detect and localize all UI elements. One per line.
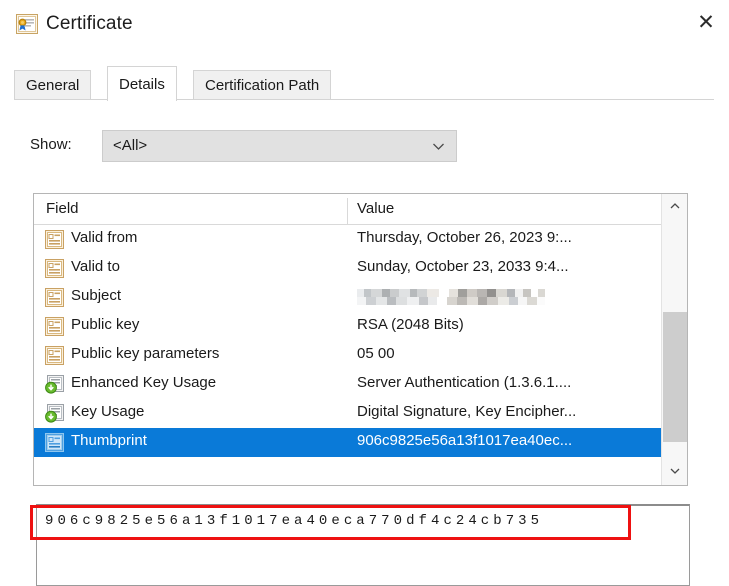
certificate-extension-icon <box>45 375 64 394</box>
field-value-textarea[interactable]: 906c9825e56a13f1017ea40eca770df4c24cb735 <box>36 504 690 586</box>
table-row[interactable]: Public key parameters 05 00 <box>34 341 687 370</box>
row-field-label: Key Usage <box>71 403 144 420</box>
certificate-field-icon <box>45 346 64 365</box>
table-row[interactable]: Public key RSA (2048 Bits) <box>34 312 687 341</box>
chevron-up-icon <box>669 199 681 216</box>
certificate-field-icon <box>45 230 64 249</box>
scroll-up-button[interactable] <box>662 194 687 220</box>
show-label: Show: <box>30 136 72 153</box>
row-field-label: Enhanced Key Usage <box>71 374 216 391</box>
table-row-selected[interactable]: Thumbprint 906c9825e56a13f1017ea40ec... <box>34 428 687 457</box>
row-value-label: 05 00 <box>357 345 395 362</box>
window-title: Certificate <box>46 13 133 35</box>
certificate-details-list[interactable]: Field Value Valid from Thursday, October… <box>33 193 688 486</box>
list-rows: Valid from Thursday, October 26, 2023 9:… <box>34 225 687 457</box>
list-header: Field Value <box>34 194 687 225</box>
row-value-label: Server Authentication (1.3.6.1.... <box>357 374 571 391</box>
table-row[interactable]: Enhanced Key Usage Server Authentication… <box>34 370 687 399</box>
row-field-label: Subject <box>71 287 121 304</box>
column-header-value[interactable]: Value <box>357 200 394 217</box>
tab-general-label: General <box>26 77 79 94</box>
column-header-field[interactable]: Field <box>46 200 79 217</box>
certificate-field-icon <box>45 259 64 278</box>
show-dropdown[interactable]: <All> <box>102 130 457 162</box>
row-field-label: Thumbprint <box>71 432 147 449</box>
table-row[interactable]: Subject <box>34 283 687 312</box>
list-scrollbar[interactable] <box>661 194 687 485</box>
close-button[interactable]: ✕ <box>683 0 729 44</box>
row-value-label: RSA (2048 Bits) <box>357 316 464 333</box>
scroll-down-button[interactable] <box>662 459 687 485</box>
table-row[interactable]: Key Usage Digital Signature, Key Enciphe… <box>34 399 687 428</box>
chevron-down-icon <box>669 464 681 481</box>
certificate-icon <box>16 14 38 34</box>
row-value-label: 906c9825e56a13f1017ea40ec... <box>357 432 572 449</box>
scrollbar-thumb[interactable] <box>663 312 687 442</box>
tab-certification-path-label: Certification Path <box>205 77 319 94</box>
row-field-label: Public key parameters <box>71 345 219 362</box>
thumbprint-value-text: 906c9825e56a13f1017ea40eca770df4c24cb735 <box>45 513 543 529</box>
certificate-field-icon <box>45 288 64 307</box>
tab-certification-path[interactable]: Certification Path <box>193 70 331 100</box>
row-field-label: Valid to <box>71 258 120 275</box>
tab-general[interactable]: General <box>14 70 91 100</box>
title-bar: Certificate ✕ <box>0 0 729 52</box>
close-icon: ✕ <box>697 12 715 33</box>
certificate-field-icon <box>45 317 64 336</box>
row-field-label: Public key <box>71 316 139 333</box>
show-dropdown-value: <All> <box>113 137 147 154</box>
redacted-subject-value <box>357 289 545 305</box>
table-row[interactable]: Valid to Sunday, October 23, 2033 9:4... <box>34 254 687 283</box>
certificate-field-icon <box>45 433 64 452</box>
chevron-down-icon <box>432 140 445 153</box>
certificate-extension-icon <box>45 404 64 423</box>
row-field-label: Valid from <box>71 229 137 246</box>
column-divider <box>347 198 348 224</box>
tab-strip: General Details Certification Path <box>14 66 714 100</box>
row-value-label: Sunday, October 23, 2033 9:4... <box>357 258 569 275</box>
tab-details-label: Details <box>119 76 165 93</box>
row-value-label: Thursday, October 26, 2023 9:... <box>357 229 572 246</box>
tab-details[interactable]: Details <box>107 66 177 101</box>
row-value-label: Digital Signature, Key Encipher... <box>357 403 576 420</box>
table-row[interactable]: Valid from Thursday, October 26, 2023 9:… <box>34 225 687 254</box>
